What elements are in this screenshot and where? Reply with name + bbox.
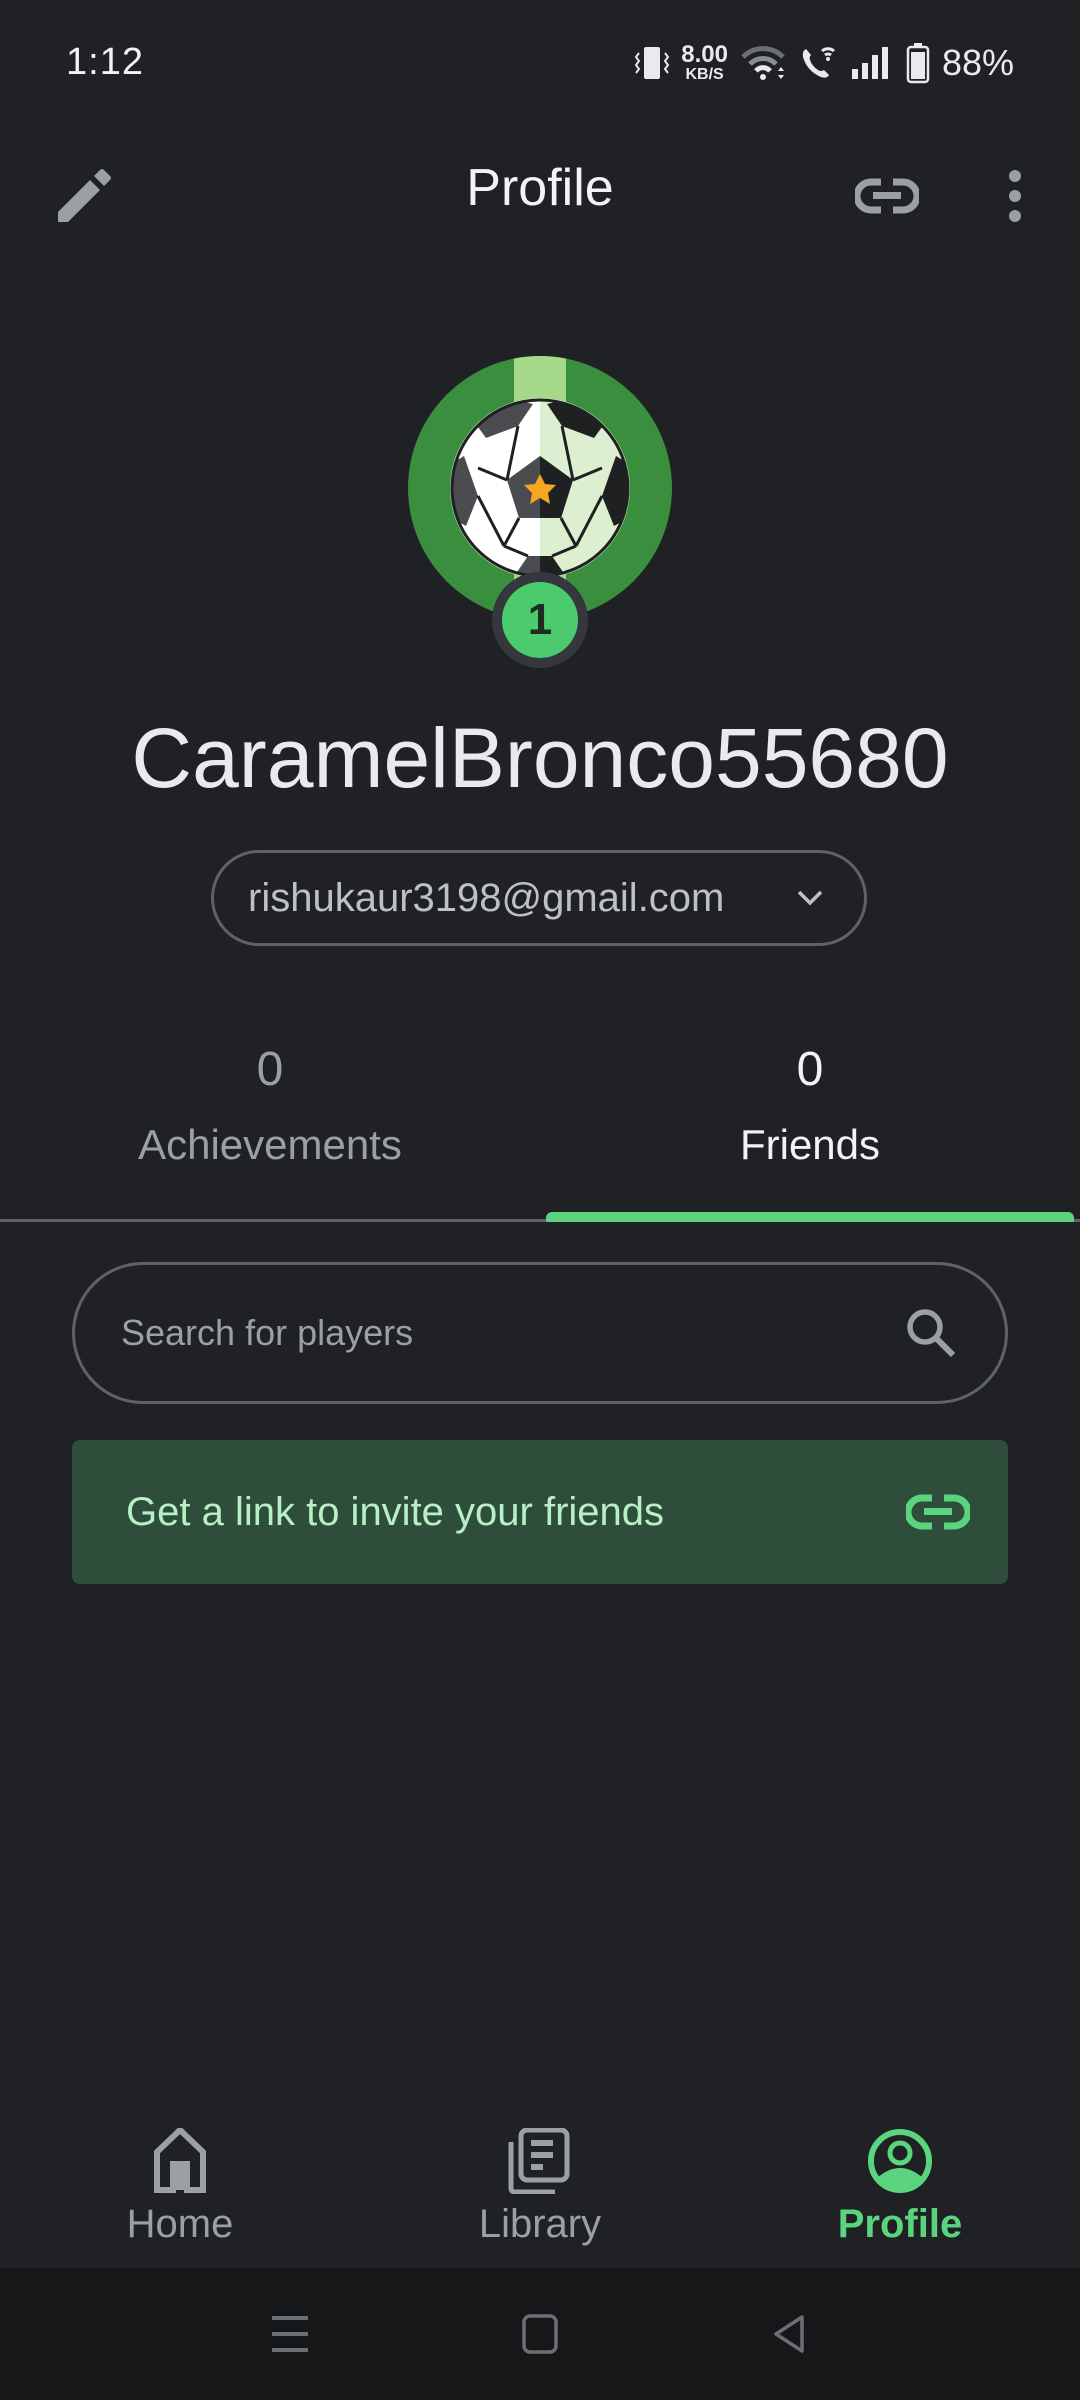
nav-library[interactable]: Library bbox=[360, 2080, 720, 2268]
home-icon bbox=[154, 2128, 206, 2193]
system-navigation-bar bbox=[0, 2268, 1080, 2400]
status-bar: 1:12 8.00 KB/S 88% bbox=[0, 0, 1080, 125]
active-tab-indicator bbox=[546, 1212, 1074, 1222]
avatar[interactable]: 1 bbox=[408, 356, 672, 668]
search-icon[interactable] bbox=[901, 1303, 961, 1363]
app-bar: Profile bbox=[0, 130, 1080, 260]
nav-library-label: Library bbox=[478, 2202, 602, 2246]
bottom-navigation: Home Library Profile bbox=[0, 2080, 1080, 2268]
more-vert-icon bbox=[1009, 170, 1021, 222]
net-speed-unit: KB/S bbox=[685, 65, 724, 83]
net-speed-value: 8.00 bbox=[681, 40, 728, 68]
nav-profile[interactable]: Profile bbox=[720, 2080, 1080, 2268]
level-number: 1 bbox=[502, 582, 578, 658]
home-button[interactable] bbox=[415, 2284, 665, 2384]
chevron-down-icon bbox=[790, 878, 830, 918]
friends-label: Friends bbox=[739, 1121, 881, 1168]
invite-label: Get a link to invite your friends bbox=[126, 1489, 665, 1534]
username: CaramelBronco55680 bbox=[131, 711, 949, 805]
wifi-calling-icon bbox=[802, 46, 835, 78]
home-square-icon bbox=[522, 2314, 558, 2354]
nav-home[interactable]: Home bbox=[0, 2080, 360, 2268]
signal-icon bbox=[851, 46, 888, 79]
profile-tabs: 0 Achievements 0 Friends bbox=[0, 1020, 1080, 1222]
search-input[interactable] bbox=[121, 1312, 901, 1354]
status-time: 1:12 bbox=[66, 41, 144, 83]
invite-friends-button[interactable]: Get a link to invite your friends bbox=[72, 1440, 1008, 1584]
link-icon bbox=[855, 178, 919, 214]
back-icon bbox=[774, 2315, 804, 2353]
account-email: rishukaur3198@gmail.com bbox=[248, 875, 725, 920]
nav-profile-label: Profile bbox=[837, 2202, 963, 2246]
profile-icon bbox=[868, 2129, 932, 2193]
battery-percent: 88% bbox=[941, 41, 1014, 83]
library-icon bbox=[508, 2128, 570, 2194]
friends-count: 0 bbox=[796, 1043, 824, 1096]
vibrate-icon bbox=[635, 46, 670, 79]
tab-achievements[interactable]: 0 Achievements bbox=[0, 1020, 540, 1219]
share-link-button[interactable] bbox=[842, 152, 932, 240]
wifi-icon bbox=[741, 45, 785, 80]
tab-friends[interactable]: 0 Friends bbox=[540, 1020, 1080, 1222]
battery-icon bbox=[906, 42, 930, 83]
level-badge: 1 bbox=[492, 572, 588, 668]
more-options-button[interactable] bbox=[970, 152, 1060, 240]
status-icons: 8.00 KB/S 88% bbox=[635, 42, 1014, 84]
player-search-bar bbox=[72, 1262, 1008, 1404]
recents-button[interactable] bbox=[165, 2284, 415, 2384]
achievements-label: Achievements bbox=[138, 1121, 402, 1168]
account-selector[interactable]: rishukaur3198@gmail.com bbox=[211, 850, 867, 946]
recents-icon bbox=[272, 2316, 308, 2352]
achievements-count: 0 bbox=[256, 1043, 284, 1096]
nav-home-label: Home bbox=[126, 2202, 234, 2246]
link-icon bbox=[906, 1494, 970, 1530]
network-speed: 8.00 KB/S bbox=[681, 40, 728, 83]
back-button[interactable] bbox=[665, 2284, 915, 2384]
